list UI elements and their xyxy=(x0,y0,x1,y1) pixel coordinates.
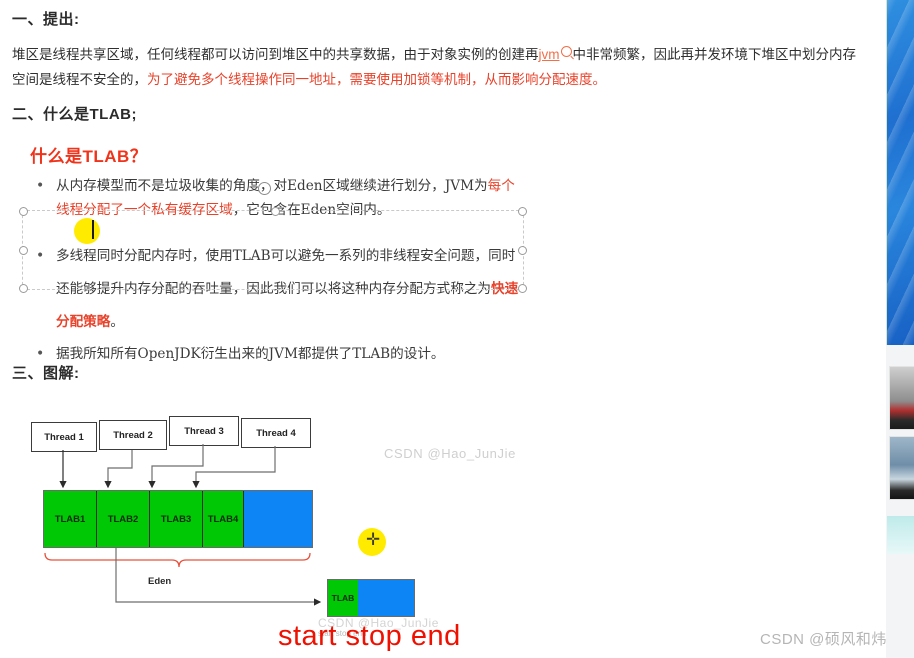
bullet-dot-icon: • xyxy=(36,178,45,194)
start-stop-end-annotation: start stop end xyxy=(278,620,461,652)
tlab-cell-2: TLAB2 xyxy=(97,491,150,547)
section-heading-2: 二、什么是TLAB; xyxy=(12,106,137,123)
section-heading-3: 三、图解: xyxy=(12,365,80,382)
resize-handle-top-left[interactable] xyxy=(19,207,28,216)
resize-handle-middle-right[interactable] xyxy=(518,246,527,255)
right-side-rail xyxy=(880,0,914,658)
tlab-diagram: Thread 1 Thread 2 Thread 3 Thread 4 TLAB… xyxy=(0,390,560,658)
rotate-handle-icon[interactable] xyxy=(258,182,271,195)
rail-thumbnail-2[interactable] xyxy=(889,436,914,500)
tlab-cell-4: TLAB4 xyxy=(203,491,244,547)
tlab-cell-3: TLAB3 xyxy=(150,491,203,547)
move-cursor-icon: ✛ xyxy=(366,530,381,549)
rail-thumbnail-1[interactable] xyxy=(889,366,914,430)
resize-handle-bottom-right[interactable] xyxy=(518,284,527,293)
slide-bullet-3: • 据我所知所有OpenJDK衍生出来的JVM都提供了TLAB的设计。 xyxy=(36,343,526,365)
eden-free-space xyxy=(244,491,312,547)
resize-handle-middle-left[interactable] xyxy=(19,246,28,255)
jvm-link[interactable]: jvm xyxy=(539,47,560,62)
bullet-1-seg1: 从内存模型而不是垃圾收集的角度，对Eden区域继续进行划分，JVM为 xyxy=(56,178,488,194)
cursor-highlight-text xyxy=(74,218,100,244)
resize-handle-bottom-left[interactable] xyxy=(19,284,28,293)
slide-title: 什么是TLAB？ xyxy=(30,147,148,166)
paragraph-intro: 堆区是线程共享区域，任何线程都可以访问到堆区中的共享数据，由于对象实例的创建再j… xyxy=(12,42,868,92)
resize-handle-top-middle[interactable] xyxy=(271,207,280,216)
tlab-detail-used: TLAB xyxy=(328,580,358,616)
tlab-detail-box: TLAB xyxy=(327,579,415,617)
text-caret-cursor xyxy=(92,220,94,239)
bullet-3-seg1: 据我所知所有OpenJDK衍生出来的JVM都提供了TLAB的设计。 xyxy=(56,346,445,362)
paragraph-intro-part1: 堆区是线程共享区域，任何线程都可以访问到堆区中的共享数据，由于对象实例的创建再 xyxy=(12,47,539,62)
bullet-2-seg2: 。 xyxy=(110,314,124,330)
eden-label: Eden xyxy=(148,576,172,587)
resize-handle-top-right[interactable] xyxy=(518,207,527,216)
document-page: 一、提出: 堆区是线程共享区域，任何线程都可以访问到堆区中的共享数据，由于对象实… xyxy=(0,0,880,658)
eden-memory-bar: TLAB1 TLAB2 TLAB3 TLAB4 xyxy=(43,490,313,548)
rail-panel xyxy=(887,516,914,554)
page-watermark: CSDN @硕风和炜 xyxy=(760,631,887,648)
tlab-cell-1: TLAB1 xyxy=(44,491,97,547)
section-heading-1: 一、提出: xyxy=(12,11,80,28)
tlab-detail-free xyxy=(358,580,414,616)
textbox-selection-frame[interactable] xyxy=(19,207,527,293)
search-icon xyxy=(560,46,572,57)
paragraph-intro-red: 为了避免多个线程操作同一地址，需要使用加锁等机制，从而影响分配速度。 xyxy=(147,72,606,87)
rail-banner-image[interactable] xyxy=(887,0,914,345)
